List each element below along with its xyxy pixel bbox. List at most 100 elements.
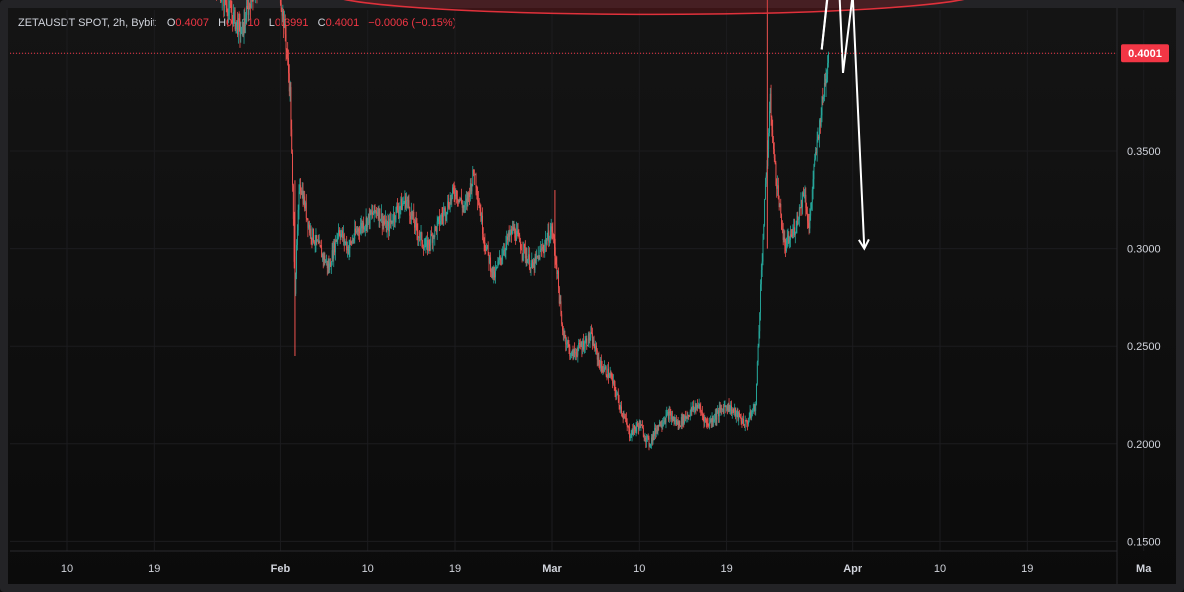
candle-body bbox=[338, 230, 340, 235]
candle-body bbox=[315, 235, 317, 244]
candle-body bbox=[344, 242, 346, 244]
candle-body bbox=[574, 349, 576, 353]
candle-body bbox=[718, 407, 720, 417]
candle-body bbox=[228, 8, 230, 16]
candle-body bbox=[542, 247, 544, 250]
candle-body bbox=[612, 376, 614, 384]
candle-body bbox=[529, 268, 531, 270]
drawing-annotations[interactable] bbox=[329, 0, 979, 249]
candle-body bbox=[772, 129, 774, 143]
candle-body bbox=[574, 352, 576, 354]
candle-body bbox=[369, 210, 371, 224]
candle-body bbox=[307, 218, 309, 228]
candle-body bbox=[229, 0, 230, 9]
candle-body bbox=[756, 362, 758, 384]
candle-body bbox=[524, 247, 526, 259]
candle-body bbox=[432, 235, 434, 243]
candle-body bbox=[724, 406, 726, 407]
candle-body bbox=[486, 245, 488, 248]
candle-body bbox=[241, 22, 243, 28]
candle-body bbox=[244, 18, 246, 24]
candle-body bbox=[503, 250, 505, 252]
candle-body bbox=[822, 96, 824, 100]
candle-body bbox=[238, 18, 240, 22]
x-tick-label: 19 bbox=[1021, 563, 1033, 575]
candle-body bbox=[347, 246, 348, 251]
candle-body bbox=[323, 255, 325, 260]
candle-body bbox=[392, 222, 394, 224]
candle-body bbox=[434, 226, 436, 238]
candle-body bbox=[338, 230, 340, 236]
candle-body bbox=[309, 224, 310, 233]
candle-body bbox=[562, 330, 564, 336]
candle-body bbox=[519, 234, 521, 242]
candle-body bbox=[665, 414, 667, 423]
candle-body bbox=[297, 209, 299, 231]
candle-body bbox=[642, 425, 643, 429]
price-axis[interactable]: 0.15000.20000.25000.30000.35000.45000.50… bbox=[1116, 0, 1161, 584]
candle-body bbox=[481, 215, 483, 221]
candle-body bbox=[794, 227, 795, 236]
bearish-projection-arrow[interactable] bbox=[820, 0, 865, 249]
candle-body bbox=[487, 245, 489, 253]
candle-body bbox=[237, 20, 239, 35]
candle-body bbox=[468, 192, 470, 194]
candle-body bbox=[520, 241, 521, 249]
candle-body bbox=[748, 417, 750, 421]
candle-body bbox=[524, 244, 525, 248]
candle-body bbox=[583, 347, 585, 350]
candle-body bbox=[479, 208, 481, 212]
candle-body bbox=[427, 239, 429, 251]
candle-body bbox=[558, 287, 560, 304]
candle-body bbox=[367, 218, 369, 228]
candle-body bbox=[667, 412, 669, 414]
candle-body bbox=[412, 211, 414, 216]
candle-body bbox=[410, 211, 412, 220]
candle-body bbox=[596, 345, 597, 351]
candle-body bbox=[566, 343, 567, 345]
candle-body bbox=[413, 211, 415, 223]
candle-body bbox=[483, 239, 485, 243]
candle-body bbox=[461, 202, 463, 208]
candle-body bbox=[302, 190, 304, 204]
candle-body bbox=[404, 196, 406, 203]
candle-body bbox=[541, 247, 543, 250]
resistance-ellipse[interactable] bbox=[329, 0, 979, 16]
candle-body bbox=[400, 198, 402, 207]
candle-body bbox=[419, 233, 421, 238]
candle-body bbox=[704, 418, 706, 423]
candle-body bbox=[398, 209, 400, 214]
candle-body bbox=[642, 428, 644, 437]
candle-body bbox=[516, 230, 518, 232]
candle-body bbox=[806, 208, 808, 214]
candle-body bbox=[355, 230, 357, 233]
time-axis[interactable]: 10 19 Feb 10 19 Mar 10 19 Apr 10 19 Ma bbox=[10, 550, 1152, 575]
candle-body bbox=[538, 255, 540, 260]
candle-body bbox=[233, 12, 234, 25]
candle-body bbox=[680, 417, 682, 427]
candle-body bbox=[795, 227, 797, 232]
candle-body bbox=[567, 341, 569, 345]
price-chart[interactable]: 0.15000.20000.25000.30000.35000.45000.50… bbox=[0, 0, 1184, 592]
candle-body bbox=[382, 221, 384, 227]
candle-body bbox=[395, 207, 397, 220]
candle-body bbox=[303, 196, 305, 204]
candle-body bbox=[443, 211, 445, 217]
candle-body bbox=[555, 258, 557, 265]
candle-body bbox=[607, 368, 609, 378]
candle-body bbox=[725, 406, 727, 408]
candle-body bbox=[386, 226, 388, 232]
candle-body bbox=[811, 202, 812, 209]
candle-body bbox=[435, 226, 437, 233]
candle-body bbox=[673, 416, 675, 422]
candle-body bbox=[825, 78, 827, 86]
candle-body bbox=[773, 149, 775, 159]
candle-body bbox=[696, 404, 698, 410]
candle-body bbox=[608, 376, 610, 378]
candle-body bbox=[484, 242, 486, 247]
candle-body bbox=[240, 33, 242, 36]
candle-body bbox=[789, 239, 791, 244]
candle-body bbox=[288, 58, 289, 74]
candle-body bbox=[444, 208, 445, 212]
candle-body bbox=[464, 204, 466, 208]
